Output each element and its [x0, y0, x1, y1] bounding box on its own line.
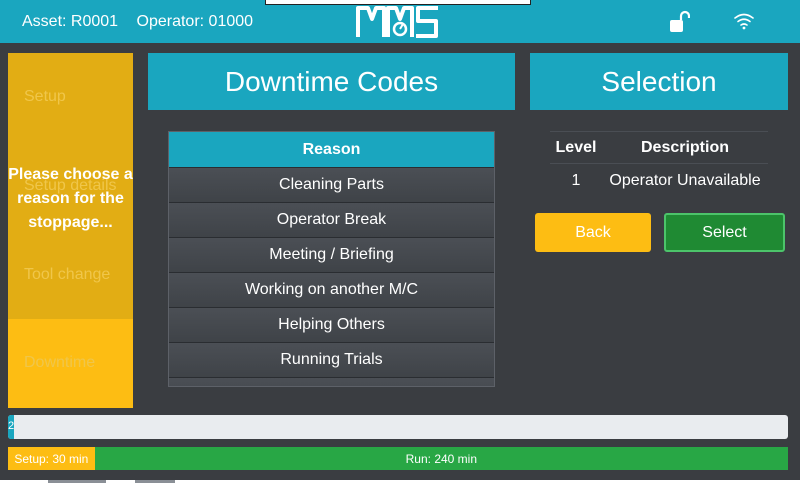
reason-row-partial[interactable] [169, 377, 494, 386]
downtime-codes-title: Downtime Codes [148, 53, 515, 110]
time-bar: Setup: 30 min Run: 240 min [8, 447, 788, 470]
back-button[interactable]: Back [535, 213, 651, 252]
lock-open-icon[interactable] [668, 10, 690, 34]
asset-operator-info: Asset: R0001 Operator: 01000 [22, 13, 253, 31]
wifi-icon [734, 13, 754, 30]
sidebar-item-setup[interactable]: Setup [24, 88, 66, 106]
selection-level: 1 [571, 172, 581, 189]
reason-row[interactable]: Working on another M/C [169, 272, 494, 307]
reason-row[interactable]: Operator Break [169, 202, 494, 237]
description-column-header: Description [640, 138, 729, 156]
sidebar-item-tool-change[interactable]: Tool change [24, 266, 110, 284]
reason-row[interactable]: Running Trials [169, 342, 494, 377]
progress-label: 2 [8, 420, 15, 432]
level-column-header: Level [555, 138, 597, 156]
selection-title: Selection [530, 53, 788, 110]
selection-table-header: Level Description [550, 131, 768, 164]
selection-table: Level Description 1 Operator Unavailable [550, 131, 768, 198]
sidebar: Setup Setup details Tool change Downtime… [8, 53, 133, 408]
stoppage-prompt-message: Please choose a reason for the stoppage.… [8, 166, 133, 231]
setup-time-segment: Setup: 30 min [8, 447, 95, 470]
top-bar: Asset: R0001 Operator: 01000 [0, 0, 800, 43]
reason-list[interactable]: Reason Cleaning Parts Operator Break Mee… [168, 131, 495, 387]
reason-row[interactable]: Meeting / Briefing [169, 237, 494, 272]
selection-row: 1 Operator Unavailable [550, 164, 768, 198]
reason-row[interactable]: Cleaning Parts [169, 167, 494, 202]
selection-description: Operator Unavailable [609, 172, 761, 189]
operator-label: Operator: 01000 [136, 13, 254, 30]
reason-row[interactable]: Helping Others [169, 307, 494, 342]
asset-label: Asset: R0001 [22, 13, 119, 30]
reason-column-header: Reason [169, 132, 494, 167]
progress-bar: 2 [8, 415, 788, 439]
select-button[interactable]: Select [664, 213, 785, 252]
mms-logo [356, 6, 438, 38]
sidebar-item-downtime[interactable]: Downtime [24, 354, 95, 372]
run-time-segment: Run: 240 min [94, 447, 788, 470]
